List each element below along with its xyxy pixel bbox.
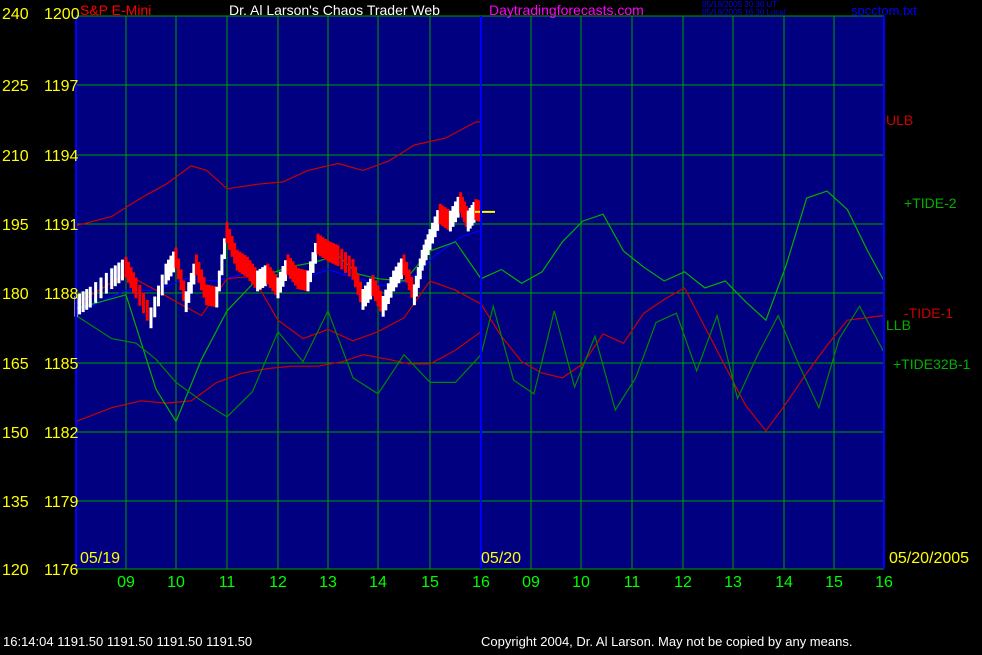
price-bar [384, 289, 388, 311]
price-axis-tick-label: 1194 [44, 148, 79, 165]
price-bar [110, 268, 114, 290]
price-bar [271, 270, 275, 292]
price-bar [104, 272, 108, 294]
x-tick-label: 11 [624, 574, 641, 591]
price-axis-tick-label: 1182 [44, 425, 79, 442]
price-axis-tick-label: 1191 [44, 217, 79, 234]
x-tick-label: 11 [219, 574, 236, 591]
price-bar [153, 296, 157, 318]
left-axis-tick-label: 120 [2, 562, 29, 579]
price-bar [379, 290, 383, 312]
price-bar [117, 262, 121, 284]
price-bar [347, 255, 351, 277]
price-bar [157, 285, 160, 307]
footer-readout: 16:14:04 1191.50 1191.50 1191.50 1191.50 [3, 634, 252, 649]
legend-tide-1: -TIDE-1 [904, 305, 953, 321]
legend-ulb: ULB [886, 112, 913, 128]
x-tick-label: 16 [875, 574, 893, 591]
x-tick-label: 13 [319, 574, 337, 591]
price-bar [149, 307, 153, 329]
price-bar [120, 259, 124, 281]
price-bar [142, 292, 145, 314]
price-bar [113, 265, 117, 287]
price-axis-tick-label: 1197 [44, 78, 79, 95]
price-axis-tick-label: 1176 [44, 562, 79, 579]
x-tick-label: 12 [269, 574, 287, 591]
header-filename: spcctom.txt [851, 3, 917, 18]
price-bar [399, 258, 403, 280]
legend-tide-2: +TIDE-2 [904, 195, 957, 211]
x-tick-label: 10 [572, 574, 590, 591]
left-axis-tick-label: 135 [2, 494, 29, 511]
price-bar [134, 277, 138, 299]
price-bar [405, 261, 409, 283]
price-bar [160, 274, 164, 296]
price-bar [436, 210, 440, 231]
price-bar [340, 248, 344, 270]
price-bar [389, 276, 393, 298]
price-bar [443, 207, 447, 228]
x-tick-label: 12 [674, 574, 692, 591]
header-timestamp-local: 05/19/2005 16:30 Local [702, 8, 786, 17]
x-tick-label: 15 [421, 574, 439, 591]
x-tick-label: 09 [522, 574, 540, 591]
chart-root: 240 1200 225 1197 210 1194 195 1191 180 1188 165 11… [0, 0, 982, 650]
price-bar [448, 210, 452, 232]
price-axis-tick-label: 1188 [44, 286, 79, 303]
date-label-day1: 05/19 [80, 550, 120, 567]
price-axis-tick-label: 1179 [44, 494, 79, 511]
price-bar [88, 286, 92, 308]
left-axis-tick-label: 210 [2, 148, 29, 165]
x-tick-label: 13 [724, 574, 742, 591]
header-website: Daytradingforecasts.com [489, 2, 644, 18]
left-axis-tick-label: 195 [2, 217, 29, 234]
price-bar [138, 285, 142, 306]
price-bar [253, 267, 257, 288]
chart-svg: 240 1200 225 1197 210 1194 195 1191 180 1188 165 11… [0, 0, 982, 650]
legend-tide32b-1: +TIDE32B-1 [893, 356, 971, 372]
price-bar [376, 285, 380, 307]
x-tick-label: 16 [472, 574, 490, 591]
price-bar [99, 277, 103, 299]
price-bar [145, 299, 149, 321]
price-bar [81, 291, 85, 313]
left-axis-tick-label: 150 [2, 425, 29, 442]
price-bar [407, 269, 411, 291]
price-bar [386, 283, 390, 305]
left-axis-tick-label: 240 [2, 6, 29, 23]
x-tick-label: 09 [117, 574, 135, 591]
x-tick-label: 10 [167, 574, 185, 591]
price-bar [336, 245, 340, 267]
price-bar [410, 276, 414, 298]
left-axis-tick-label: 180 [2, 286, 29, 303]
price-bar [94, 282, 98, 303]
price-bar [258, 268, 262, 290]
price-bar [431, 222, 435, 244]
x-tick-label: 14 [775, 574, 793, 591]
price-bar [381, 295, 385, 317]
legend-llb: LLB [886, 317, 911, 333]
price-bar [397, 262, 401, 284]
price-bar [392, 270, 396, 292]
header-author-title: Dr. Al Larson's Chaos Trader Web [229, 2, 440, 18]
price-bar [394, 266, 398, 288]
left-axis-tick-label: 165 [2, 356, 29, 373]
price-axis-tick-label: 1200 [44, 6, 80, 23]
footer-copyright: Copyright 2004, Dr. Al Larson. May not b… [481, 634, 852, 649]
price-bar [85, 289, 89, 310]
price-bar [344, 252, 347, 273]
price-axis-tick-label: 1185 [44, 356, 79, 373]
left-axis-tick-label: 225 [2, 78, 29, 95]
price-bar [456, 196, 460, 218]
date-label-full: 05/20/2005 [889, 550, 969, 567]
date-label-day2: 05/20 [481, 550, 521, 567]
price-bar [78, 293, 82, 315]
price-bar [402, 254, 406, 276]
x-tick-label: 15 [825, 574, 843, 591]
price-bar [266, 263, 270, 285]
x-tick-label: 14 [369, 574, 387, 591]
header-instrument: S&P E-Mini [80, 2, 151, 18]
